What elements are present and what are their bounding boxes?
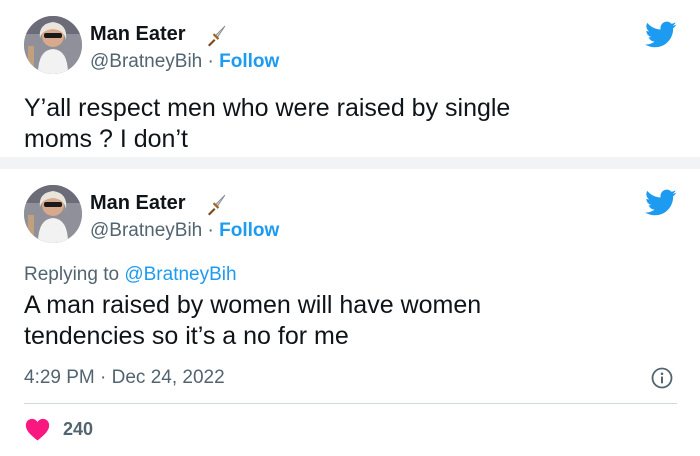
dagger-emoji [208,25,226,47]
tweet-text: A man raised by women will have women te… [24,290,644,352]
handle-line: @BratneyBih · Follow [90,220,279,242]
avatar-image [24,16,82,74]
timestamp[interactable]: 4:29 PM · Dec 24, 2022 [24,367,225,389]
info-icon[interactable] [651,367,673,389]
tweet-text-line: moms ? I don’t [24,125,188,153]
avatar[interactable] [24,16,82,74]
avatar[interactable] [24,185,82,243]
separator: · [207,220,214,241]
tweet-text: Y’all respect men who were raised by sin… [24,93,644,155]
replying-handle-link[interactable]: @BratneyBih [124,264,236,285]
tweet-text-line: Y’all respect men who were raised by sin… [24,94,511,122]
divider [24,403,677,404]
twitter-bird-icon[interactable] [645,189,677,217]
tweet-card-original: Man Eater @BratneyBih · Follow Y’all res… [0,0,700,157]
display-name[interactable]: Man Eater [90,23,186,46]
display-name[interactable]: Man Eater [90,192,186,215]
replying-prefix: Replying to [24,264,125,285]
card-gap [0,157,700,169]
handle[interactable]: @BratneyBih [90,51,202,72]
like-count: 240 [63,419,94,439]
separator: · [207,51,214,72]
tweet-text-line: A man raised by women will have women [24,291,482,319]
avatar-image [24,185,82,243]
follow-button[interactable]: Follow [219,51,279,72]
tweet-card-reply: Man Eater @BratneyBih · Follow Replying … [0,169,700,456]
tweet-text-line: tendencies so it’s a no for me [24,322,349,350]
dagger-emoji [208,194,226,216]
replying-to: Replying to @BratneyBih [24,264,237,286]
heart-icon[interactable] [25,418,50,441]
follow-button[interactable]: Follow [219,220,279,241]
twitter-bird-icon[interactable] [645,21,677,49]
handle[interactable]: @BratneyBih [90,220,202,241]
handle-line: @BratneyBih · Follow [90,51,279,73]
